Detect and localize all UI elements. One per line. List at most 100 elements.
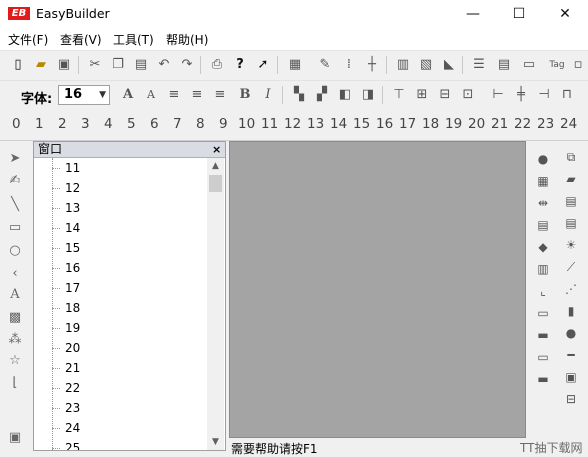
line-icon[interactable]: ╲ <box>7 197 23 213</box>
bitmap-icon[interactable]: ▩ <box>7 310 23 326</box>
font-shrink-icon[interactable]: A <box>143 87 159 103</box>
tree-item[interactable]: 14 <box>34 218 207 238</box>
left-align-obj-icon[interactable]: ⊢ <box>490 87 506 103</box>
context-help-icon[interactable]: ➚ <box>255 57 271 73</box>
bracket-icon[interactable]: ⌊ <box>7 375 23 391</box>
extra-icon[interactable]: ▣ <box>7 430 23 446</box>
undo-icon[interactable]: ↶ <box>156 57 172 73</box>
menu-help[interactable]: 帮助(H) <box>166 31 208 48</box>
star-icon[interactable]: ☆ <box>7 353 23 369</box>
snap-icon[interactable]: ┼ <box>364 57 380 73</box>
picture-icon[interactable]: ▣ <box>562 369 580 385</box>
tag-label-icon[interactable]: Tag <box>547 57 567 73</box>
close-icon[interactable]: × <box>212 142 221 157</box>
align-bottom-icon[interactable]: ⊟ <box>437 87 453 103</box>
minimize-button[interactable]: — <box>450 0 496 28</box>
scale-icon[interactable]: ⁂ <box>7 332 23 348</box>
scroll-down-icon[interactable]: ▼ <box>207 434 224 450</box>
tree-item[interactable]: 12 <box>34 178 207 198</box>
rectangle-icon[interactable]: ▭ <box>7 220 23 236</box>
xy-plot-icon[interactable]: ⋰ <box>562 281 580 297</box>
tree-item[interactable]: 16 <box>34 258 207 278</box>
pie-icon[interactable]: ● <box>562 325 580 341</box>
open-folder-icon[interactable]: ▰ <box>33 57 49 73</box>
tree-item[interactable]: 19 <box>34 318 207 338</box>
grid-icon[interactable]: ▦ <box>287 57 303 73</box>
tree-item[interactable]: 18 <box>34 298 207 318</box>
scroll-thumb[interactable] <box>209 175 222 192</box>
font-grow-icon[interactable]: A <box>120 87 136 103</box>
bring-front-icon[interactable]: ◧ <box>337 87 353 103</box>
indicator-icon[interactable]: ▬ <box>534 327 552 343</box>
circle-icon[interactable]: ○ <box>7 243 23 259</box>
more-icon[interactable]: ▫ <box>570 57 586 73</box>
tree-item[interactable]: 13 <box>34 198 207 218</box>
tree-item[interactable]: 15 <box>34 238 207 258</box>
ruler-icon[interactable]: ◣ <box>441 57 457 73</box>
tree-item[interactable]: 20 <box>34 338 207 358</box>
save-icon[interactable]: ▣ <box>56 57 72 73</box>
recipe-icon[interactable]: ⊟ <box>562 391 580 407</box>
align-icon[interactable]: ▥ <box>395 57 411 73</box>
zoom-icon[interactable]: ✍ <box>7 173 23 189</box>
bold-icon[interactable]: B <box>237 87 253 103</box>
font-size-select[interactable]: 16 ▼ <box>58 85 110 105</box>
menu-file[interactable]: 文件(F) <box>8 31 48 48</box>
lamp-icon[interactable]: ● <box>534 151 552 167</box>
alarm-icon[interactable]: ☀ <box>562 237 580 253</box>
menu-view[interactable]: 查看(V) <box>60 31 102 48</box>
set-bit-icon[interactable]: ◆ <box>534 239 552 255</box>
tree-item[interactable]: 22 <box>34 378 207 398</box>
tree-item[interactable]: 17 <box>34 278 207 298</box>
list-icon[interactable]: ☰ <box>471 57 487 73</box>
layers-icon[interactable]: ▰ <box>562 171 580 187</box>
scroll-up-icon[interactable]: ▲ <box>207 158 224 174</box>
new-file-icon[interactable]: ▯ <box>10 57 26 73</box>
align-right-icon[interactable]: ≡ <box>212 87 228 103</box>
maximize-button[interactable]: ☐ <box>496 0 542 28</box>
word-lamp-icon[interactable]: ⇹ <box>534 195 552 211</box>
bit-lamp-icon[interactable]: ▦ <box>534 173 552 189</box>
scroll-bar-icon[interactable]: ━ <box>562 347 580 363</box>
table-icon[interactable]: ▤ <box>496 57 512 73</box>
bar-icon[interactable]: ▬ <box>534 371 552 387</box>
vcenter-icon[interactable]: ╪ <box>513 87 529 103</box>
align-center-icon[interactable]: ≡ <box>189 87 205 103</box>
numeric-display-icon[interactable]: ▤ <box>562 193 580 209</box>
cut-icon[interactable]: ✂ <box>87 57 103 73</box>
pen-icon[interactable]: ✎ <box>317 57 333 73</box>
value-icon[interactable]: ▭ <box>534 305 552 321</box>
text-icon[interactable]: A <box>7 287 23 303</box>
editing-canvas[interactable] <box>229 141 526 438</box>
align-top-icon[interactable]: ⊤ <box>391 87 407 103</box>
ungroup-icon[interactable]: ▞ <box>314 87 330 103</box>
tree-item[interactable]: 24 <box>34 418 207 438</box>
tree-item[interactable]: 25 <box>34 438 207 450</box>
tree-item[interactable]: 23 <box>34 398 207 418</box>
tree-item[interactable]: 21 <box>34 358 207 378</box>
italic-icon[interactable]: I <box>260 87 276 103</box>
tree-scrollbar[interactable]: ▲ ▼ <box>207 158 224 450</box>
align-left-icon[interactable]: ≡ <box>166 87 182 103</box>
counter-icon[interactable]: ▤ <box>562 215 580 231</box>
group-icon[interactable]: ▚ <box>291 87 307 103</box>
tree-item[interactable]: 11 <box>34 158 207 178</box>
tag-icon[interactable]: ▭ <box>521 57 537 73</box>
window-icon[interactable]: ⧉ <box>562 149 580 165</box>
meter-icon[interactable]: ▭ <box>534 349 552 365</box>
close-button[interactable]: ✕ <box>542 0 588 28</box>
measure-icon[interactable]: ▧ <box>418 57 434 73</box>
hspace-icon[interactable]: ⊓ <box>559 87 575 103</box>
align-middle-icon[interactable]: ⊞ <box>414 87 430 103</box>
keypad-icon[interactable]: ⌞ <box>534 283 552 299</box>
trend-icon[interactable]: ⟋ <box>562 259 580 275</box>
copy-icon[interactable]: ❐ <box>110 57 126 73</box>
toggle-icon[interactable]: ▥ <box>534 261 552 277</box>
select-icon[interactable]: ➤ <box>7 151 23 167</box>
print-icon[interactable]: ⎙ <box>209 57 225 73</box>
numeric-icon[interactable]: ▤ <box>534 217 552 233</box>
menu-tools[interactable]: 工具(T) <box>113 31 154 48</box>
dotted-grid-icon[interactable]: ⁞ <box>341 57 357 73</box>
center-icon[interactable]: ⊡ <box>460 87 476 103</box>
send-back-icon[interactable]: ◨ <box>360 87 376 103</box>
